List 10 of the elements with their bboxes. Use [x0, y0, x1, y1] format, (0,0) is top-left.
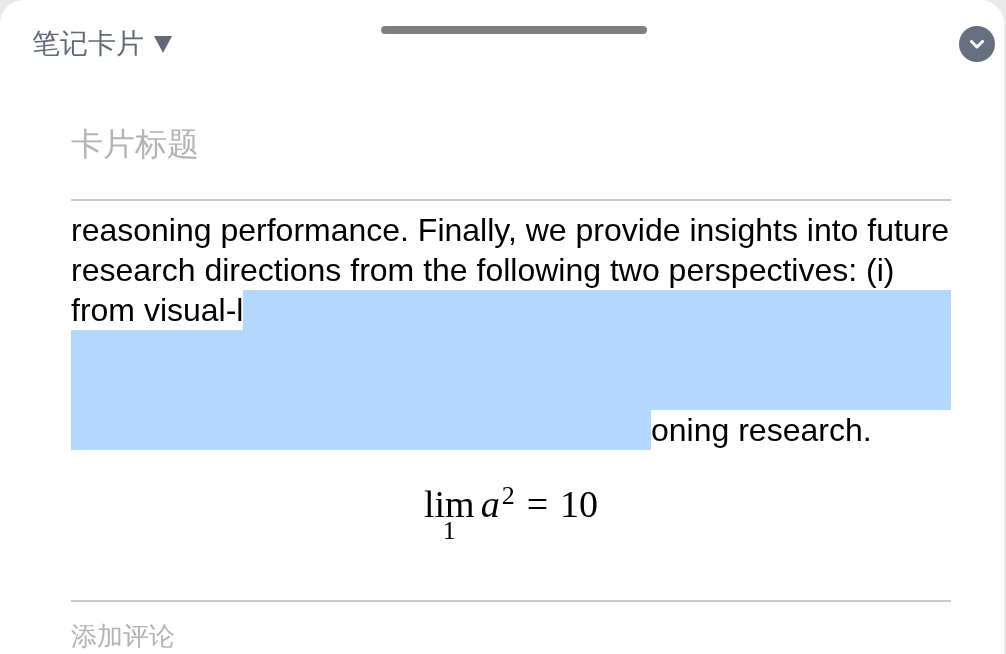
card-type-dropdown[interactable]: 笔记卡片 [32, 26, 172, 62]
comment-field[interactable]: 添加评论 [71, 600, 951, 654]
drag-handle[interactable] [380, 26, 647, 34]
card-title-field[interactable]: 卡片标题 [71, 121, 951, 201]
math-formula: lim 1 a$^{2}$ = 10 [423, 482, 599, 544]
collapse-button[interactable] [959, 26, 995, 62]
body-text: reasoning performance. Finally, we provide insights into future research directions from the following two perspectives: (i) from visual-l [71, 211, 951, 330]
caret-down-icon [154, 35, 172, 53]
chevron-down-icon [970, 39, 984, 49]
body-text: oning research. [651, 411, 872, 450]
